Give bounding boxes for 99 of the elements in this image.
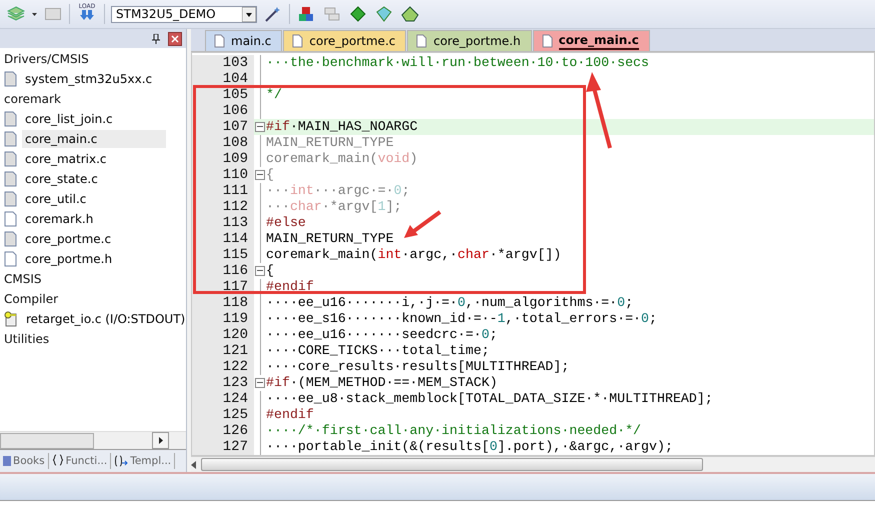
code-line: MAIN_RETURN_TYPE bbox=[266, 231, 394, 247]
download-arrows-icon bbox=[80, 10, 94, 20]
file-icon bbox=[542, 34, 553, 48]
line-number: 110 bbox=[192, 167, 254, 183]
file-icon bbox=[292, 34, 304, 48]
file-icon bbox=[4, 251, 17, 267]
line-number: 103 bbox=[192, 55, 254, 71]
scrollbar-thumb[interactable] bbox=[201, 458, 703, 471]
code-line: ····ee_u8·stack_memblock[TOTAL_DATA_SIZE·*·MULTITHREAD]; bbox=[266, 391, 713, 407]
fold-icon[interactable] bbox=[255, 170, 265, 180]
file-key-icon bbox=[4, 311, 18, 327]
file-icon bbox=[4, 231, 17, 247]
line-number: 127 bbox=[192, 439, 254, 455]
fold-icon[interactable] bbox=[255, 122, 265, 132]
file-icon bbox=[4, 131, 17, 147]
code-line: ····ee_s16·······known_id·=·-1,·total_errors·=·0; bbox=[266, 311, 658, 327]
line-number: 121 bbox=[192, 343, 254, 359]
fold-icon[interactable] bbox=[255, 266, 265, 276]
line-number: 111 bbox=[192, 183, 254, 199]
code-line: ····portable_init(&(results[0].port),·&argc,·argv); bbox=[266, 439, 673, 455]
scrollbar-thumb[interactable] bbox=[0, 432, 94, 448]
code-line: ···char·*argv[1]; bbox=[266, 199, 402, 215]
file-item[interactable]: retarget_io.c (I/O:STDOUT) bbox=[23, 310, 186, 328]
file-icon bbox=[214, 34, 225, 48]
file-item[interactable]: core_list_join.c bbox=[22, 110, 116, 128]
line-number: 113 bbox=[192, 215, 254, 231]
group-label[interactable]: Utilities bbox=[0, 329, 186, 349]
line-number: 118 bbox=[192, 295, 254, 311]
diamond-icon[interactable] bbox=[348, 4, 368, 24]
file-tab[interactable]: core_portme.h bbox=[407, 30, 532, 51]
code-line: ···int···argc·=·0; bbox=[266, 183, 410, 199]
file-icon bbox=[416, 34, 428, 48]
file-item[interactable]: core_portme.c bbox=[22, 230, 114, 248]
line-number: 126 bbox=[192, 423, 254, 439]
code-line: */ bbox=[266, 87, 282, 103]
braces-icon bbox=[52, 454, 64, 468]
line-number: 106 bbox=[192, 103, 254, 119]
panel-tab[interactable]: Templ... bbox=[130, 455, 172, 467]
target-dropdown[interactable]: STM32U5_DEMO bbox=[111, 6, 257, 22]
code-line: coremark_main(void) bbox=[266, 151, 418, 167]
group-label[interactable]: Compiler bbox=[0, 289, 186, 309]
line-number: 109 bbox=[192, 151, 254, 167]
book-icon bbox=[3, 455, 11, 467]
file-item[interactable]: core_main.c bbox=[22, 130, 166, 148]
code-line: coremark_main(int·argc,·char·*argv[]) bbox=[266, 247, 562, 263]
code-line: MAIN_RETURN_TYPE bbox=[266, 135, 394, 151]
file-tab[interactable]: core_portme.c bbox=[283, 30, 406, 51]
caret-icon bbox=[242, 6, 256, 22]
line-number: 125 bbox=[192, 407, 254, 423]
code-line: #if·(MEM_METHOD·==·MEM_STACK) bbox=[266, 375, 498, 391]
file-item[interactable]: core_portme.h bbox=[22, 250, 116, 268]
file-item[interactable]: system_stm32u5xx.c bbox=[22, 70, 156, 88]
line-number: 114 bbox=[192, 231, 254, 247]
line-number: 123 bbox=[192, 375, 254, 391]
file-tab[interactable]: main.c bbox=[205, 30, 282, 51]
pin-icon[interactable] bbox=[152, 34, 160, 44]
close-icon[interactable] bbox=[168, 32, 182, 46]
file-tab[interactable]: core_main.c bbox=[532, 30, 650, 51]
panel-tab[interactable]: Functi... bbox=[66, 455, 108, 467]
caret-icon[interactable] bbox=[32, 12, 37, 16]
group-label[interactable]: Drivers/CMSIS bbox=[0, 49, 186, 69]
file-icon bbox=[4, 211, 17, 227]
blocks-icon[interactable] bbox=[296, 4, 316, 24]
template-icon bbox=[114, 455, 128, 467]
panel-tab[interactable]: Books bbox=[13, 455, 45, 467]
code-line: ····core_results·results[MULTITHREAD]; bbox=[266, 359, 570, 375]
file-icon bbox=[4, 111, 17, 127]
group-label[interactable]: coremark bbox=[0, 89, 186, 109]
code-line: ····ee_u16·······i,·j·=·0,·num_algorithms·=·0; bbox=[266, 295, 634, 311]
line-number: 119 bbox=[192, 311, 254, 327]
line-number: 122 bbox=[192, 359, 254, 375]
code-line: ···the·benchmark·will·run·between·10·to·100·secs bbox=[266, 55, 650, 71]
line-number: 107 bbox=[192, 119, 254, 135]
line-number: 115 bbox=[192, 247, 254, 263]
fold-icon[interactable] bbox=[255, 378, 265, 388]
file-icon bbox=[4, 191, 17, 207]
file-item[interactable]: coremark.h bbox=[22, 210, 96, 228]
code-line: { bbox=[266, 263, 274, 279]
code-line: ····/*·first·call·any·initializations·needed·*/ bbox=[266, 423, 642, 439]
file-item[interactable]: core_matrix.c bbox=[22, 150, 110, 168]
code-line: { bbox=[266, 167, 274, 183]
file-icon bbox=[4, 151, 17, 167]
line-number: 120 bbox=[192, 327, 254, 343]
line-number: 116 bbox=[192, 263, 254, 279]
file-item[interactable]: core_util.c bbox=[22, 190, 90, 208]
code-line: ····CORE_TICKS···total_time; bbox=[266, 343, 490, 359]
code-line: #if·MAIN_HAS_NOARGC bbox=[266, 119, 418, 135]
line-number: 112 bbox=[192, 199, 254, 215]
code-line: #else bbox=[266, 215, 306, 231]
group-label[interactable]: CMSIS bbox=[0, 269, 186, 289]
line-number: 124 bbox=[192, 391, 254, 407]
code-line: ····ee_u16·······seedcrc·=·0; bbox=[266, 327, 498, 343]
code-line: #endif bbox=[266, 279, 314, 295]
code-line: #endif bbox=[266, 407, 314, 423]
file-item[interactable]: core_state.c bbox=[22, 170, 101, 188]
file-icon bbox=[4, 71, 17, 87]
line-number: 108 bbox=[192, 135, 254, 151]
file-icon bbox=[4, 171, 17, 187]
left-arrow-icon[interactable] bbox=[191, 460, 197, 468]
